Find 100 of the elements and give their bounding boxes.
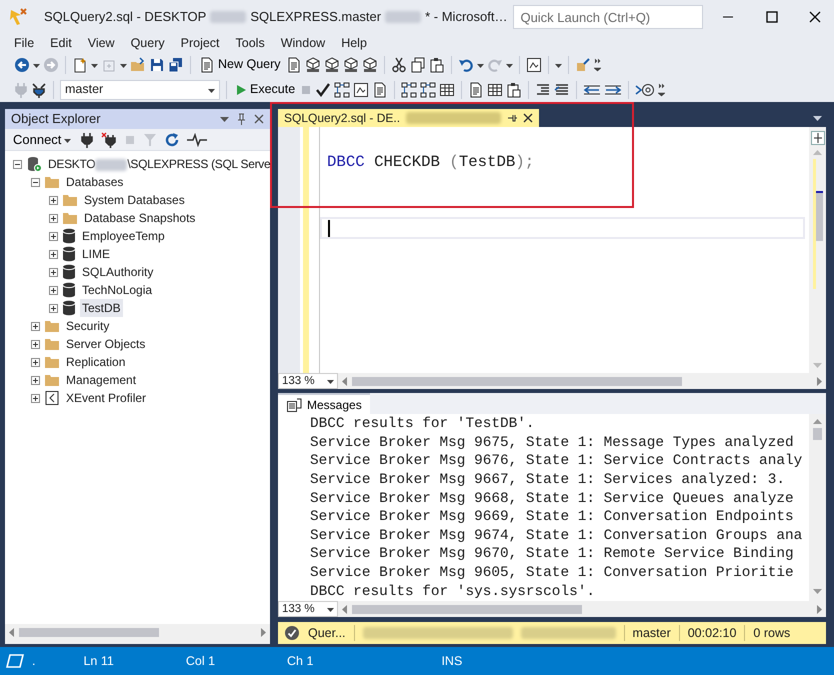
tree-item[interactable]: Management — [64, 371, 138, 389]
database-dropdown[interactable]: master — [60, 80, 220, 100]
collapse-icon[interactable] — [13, 160, 22, 168]
tree-item[interactable]: Replication — [64, 353, 128, 371]
overflow-icon[interactable] — [658, 82, 666, 96]
scrollbar-thumb[interactable] — [813, 428, 822, 440]
expand-icon[interactable] — [31, 358, 40, 366]
document-tab[interactable]: SQLQuery2.sql - DE.. — [278, 109, 540, 127]
tree-item[interactable]: TestDB — [80, 299, 123, 317]
results-text-icon[interactable] — [468, 82, 484, 98]
results-file-icon[interactable] — [372, 82, 388, 98]
diagram-icon[interactable] — [420, 82, 436, 98]
tree-item[interactable]: Server Objects — [64, 335, 148, 353]
save-all-icon[interactable] — [168, 56, 184, 72]
left-arrow-icon — [342, 376, 348, 386]
close-icon[interactable] — [523, 113, 534, 123]
vertical-scrollbar[interactable] — [809, 414, 826, 602]
results-tab[interactable]: Messages — [278, 393, 370, 414]
right-arrow-icon — [816, 376, 822, 386]
menu-item[interactable]: View — [80, 34, 123, 52]
filter-plug-icon[interactable] — [31, 82, 47, 98]
expand-icon[interactable] — [49, 232, 58, 240]
play-icon[interactable] — [235, 82, 247, 96]
new-query-button[interactable]: New Query — [197, 55, 283, 74]
checkmark-icon[interactable] — [315, 82, 332, 98]
vertical-scrollbar[interactable] — [809, 127, 826, 374]
paste-icon[interactable] — [506, 82, 522, 98]
menu-item[interactable]: File — [6, 34, 42, 52]
grid-icon[interactable] — [439, 82, 456, 98]
cube-icon[interactable] — [324, 56, 340, 72]
tree-item[interactable]: Security — [64, 317, 112, 335]
close-icon[interactable] — [254, 113, 264, 125]
expand-icon[interactable] — [31, 340, 40, 348]
at-sign-icon[interactable] — [635, 82, 656, 98]
tree-item[interactable]: TechNoLogia — [80, 281, 154, 299]
execute-button[interactable]: Execute — [233, 80, 298, 99]
expand-icon[interactable] — [49, 286, 58, 294]
expand-icon[interactable] — [31, 322, 40, 330]
paste-icon[interactable] — [428, 56, 445, 72]
zoom-dropdown[interactable]: 133 % — [278, 373, 338, 390]
activity-icon[interactable] — [187, 132, 208, 146]
row-count: 0 rows — [753, 624, 790, 642]
open-folder-icon[interactable] — [130, 56, 146, 72]
results-grid-icon[interactable] — [487, 82, 504, 98]
expand-icon[interactable] — [49, 268, 58, 276]
cube-icon[interactable] — [342, 56, 359, 72]
tree-item[interactable]: Database Snapshots — [82, 209, 198, 227]
cube-icon[interactable] — [362, 56, 378, 72]
split-icon[interactable] — [810, 131, 824, 145]
comment-lines-icon[interactable] — [554, 82, 570, 98]
tree-item[interactable]: DESKTO \SQLEXPRESS (SQL Serve — [46, 155, 270, 173]
message-line: Service Broker Msg 9605, State 1: Conversation Prioritie — [310, 564, 795, 583]
save-icon[interactable] — [149, 56, 165, 72]
pin-icon[interactable] — [507, 113, 518, 123]
left-arrow-icon — [342, 604, 348, 614]
tree-item[interactable]: Databases — [64, 173, 126, 191]
tree-item[interactable]: XEvent Profiler — [64, 389, 148, 407]
expand-icon[interactable] — [49, 196, 58, 204]
menu-item[interactable]: Project — [172, 34, 228, 52]
left-arrow-icon — [9, 628, 15, 636]
tree-item[interactable]: SQLAuthority — [80, 263, 156, 281]
diagram-icon[interactable] — [401, 82, 418, 98]
expand-icon[interactable] — [49, 214, 58, 222]
tree-item[interactable]: LIME — [80, 245, 112, 263]
expand-icon[interactable] — [49, 304, 58, 312]
refresh-icon[interactable] — [164, 132, 180, 148]
menu-item[interactable]: Window — [272, 34, 334, 52]
undo-icon[interactable] — [458, 56, 474, 72]
collapse-icon[interactable] — [31, 178, 40, 186]
document-icon[interactable] — [286, 56, 302, 72]
tree-item[interactable]: System Databases — [82, 191, 187, 209]
overflow-icon[interactable] — [594, 58, 601, 72]
expand-icon[interactable] — [49, 250, 58, 258]
app-logo-icon — [8, 7, 28, 27]
window-title: * - Microsoft… — [425, 8, 508, 26]
menu-item[interactable]: Query — [122, 34, 173, 52]
tree-item[interactable]: EmployeeTemp — [80, 227, 167, 245]
zoom-dropdown[interactable]: 133 % — [278, 601, 338, 618]
menu-item[interactable]: Help — [333, 34, 375, 52]
menu-item[interactable]: Edit — [42, 34, 80, 52]
scissors-icon[interactable] — [390, 56, 407, 72]
folder-icon — [44, 355, 60, 369]
menu-item[interactable]: Tools — [228, 34, 273, 52]
document-icon[interactable] — [199, 56, 215, 72]
copy-icon[interactable] — [410, 56, 426, 72]
database-name: master — [632, 624, 671, 642]
cube-icon[interactable] — [304, 56, 321, 72]
message-line: DBCC results for 'sys.sysrscols'. — [310, 582, 596, 602]
diagram-icon[interactable] — [334, 82, 350, 98]
disconnect-icon[interactable] — [101, 132, 118, 148]
plug-icon[interactable] — [80, 132, 94, 148]
search-field[interactable]: Quick Launch (Ctrl+Q) — [513, 5, 704, 29]
expand-icon[interactable] — [31, 394, 40, 402]
pin-icon[interactable] — [237, 113, 246, 125]
indent-icon[interactable] — [535, 82, 552, 98]
message-line: DBCC results for 'TestDB'. — [310, 415, 536, 434]
new-file-icon[interactable] — [72, 56, 88, 72]
code-line: DBCC CHECKDB (TestDB); — [326, 152, 536, 173]
database-icon — [62, 228, 76, 244]
expand-icon[interactable] — [31, 376, 40, 384]
